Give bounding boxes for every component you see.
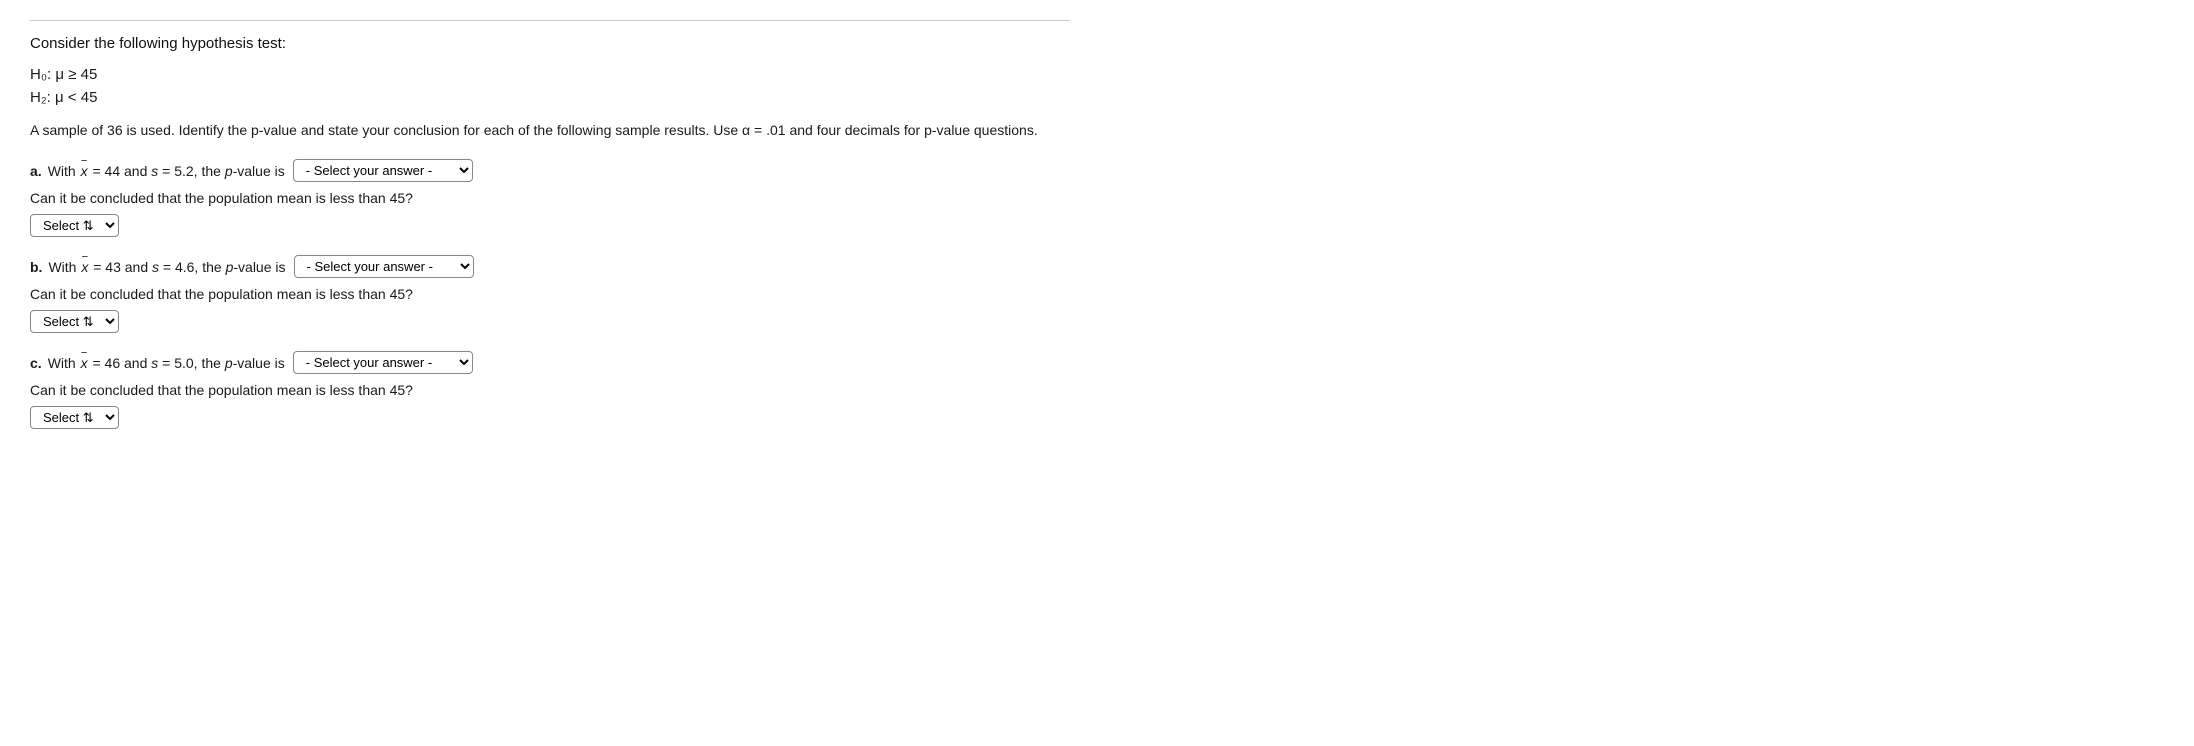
part-a: a. With x = 44 and s = 5.2, the p-value … bbox=[30, 159, 1070, 237]
part-c-label: c. bbox=[30, 355, 42, 371]
part-c-statement: With x = 46 and s = 5.0, the p-value is bbox=[48, 355, 285, 371]
part-a-label: a. bbox=[30, 163, 42, 179]
part-b-label: b. bbox=[30, 259, 42, 275]
part-c-select-wrapper: Select ⇅ bbox=[30, 406, 1070, 429]
part-a-conclusion-text: Can it be concluded that the population … bbox=[30, 190, 1070, 206]
instructions-text: A sample of 36 is used. Identify the p-v… bbox=[30, 120, 1070, 141]
part-c: c. With x = 46 and s = 5.0, the p-value … bbox=[30, 351, 1070, 429]
conclusion-select-b[interactable]: Select ⇅ bbox=[30, 310, 119, 333]
pvalue-select-c[interactable]: - Select your answer - bbox=[293, 351, 473, 374]
part-b-select-wrapper: Select ⇅ bbox=[30, 310, 1070, 333]
hypothesis-null: H₀: μ ≥ 45 bbox=[30, 66, 1070, 83]
x-bar-b: x bbox=[81, 259, 88, 275]
part-a-select-wrapper: Select ⇅ bbox=[30, 214, 1070, 237]
part-b-conclusion-text: Can it be concluded that the population … bbox=[30, 286, 1070, 302]
pvalue-select-a[interactable]: - Select your answer - bbox=[293, 159, 473, 182]
hypothesis-alt: H₂: μ < 45 bbox=[30, 89, 1070, 106]
part-c-conclusion-text: Can it be concluded that the population … bbox=[30, 382, 1070, 398]
x-bar-c: x bbox=[81, 355, 88, 371]
part-b-line: b. With x = 43 and s = 4.6, the p-value … bbox=[30, 255, 1070, 278]
x-bar-a: x bbox=[81, 163, 88, 179]
part-b-statement: With x = 43 and s = 4.6, the p-value is bbox=[48, 259, 285, 275]
conclusion-select-c[interactable]: Select ⇅ bbox=[30, 406, 119, 429]
part-b: b. With x = 43 and s = 4.6, the p-value … bbox=[30, 255, 1070, 333]
part-a-statement: With x = 44 and s = 5.2, the p-value is bbox=[48, 163, 285, 179]
part-c-line: c. With x = 46 and s = 5.0, the p-value … bbox=[30, 351, 1070, 374]
page-title: Consider the following hypothesis test: bbox=[30, 35, 1070, 52]
part-a-line: a. With x = 44 and s = 5.2, the p-value … bbox=[30, 159, 1070, 182]
conclusion-select-a[interactable]: Select ⇅ bbox=[30, 214, 119, 237]
pvalue-select-b[interactable]: - Select your answer - bbox=[294, 255, 474, 278]
